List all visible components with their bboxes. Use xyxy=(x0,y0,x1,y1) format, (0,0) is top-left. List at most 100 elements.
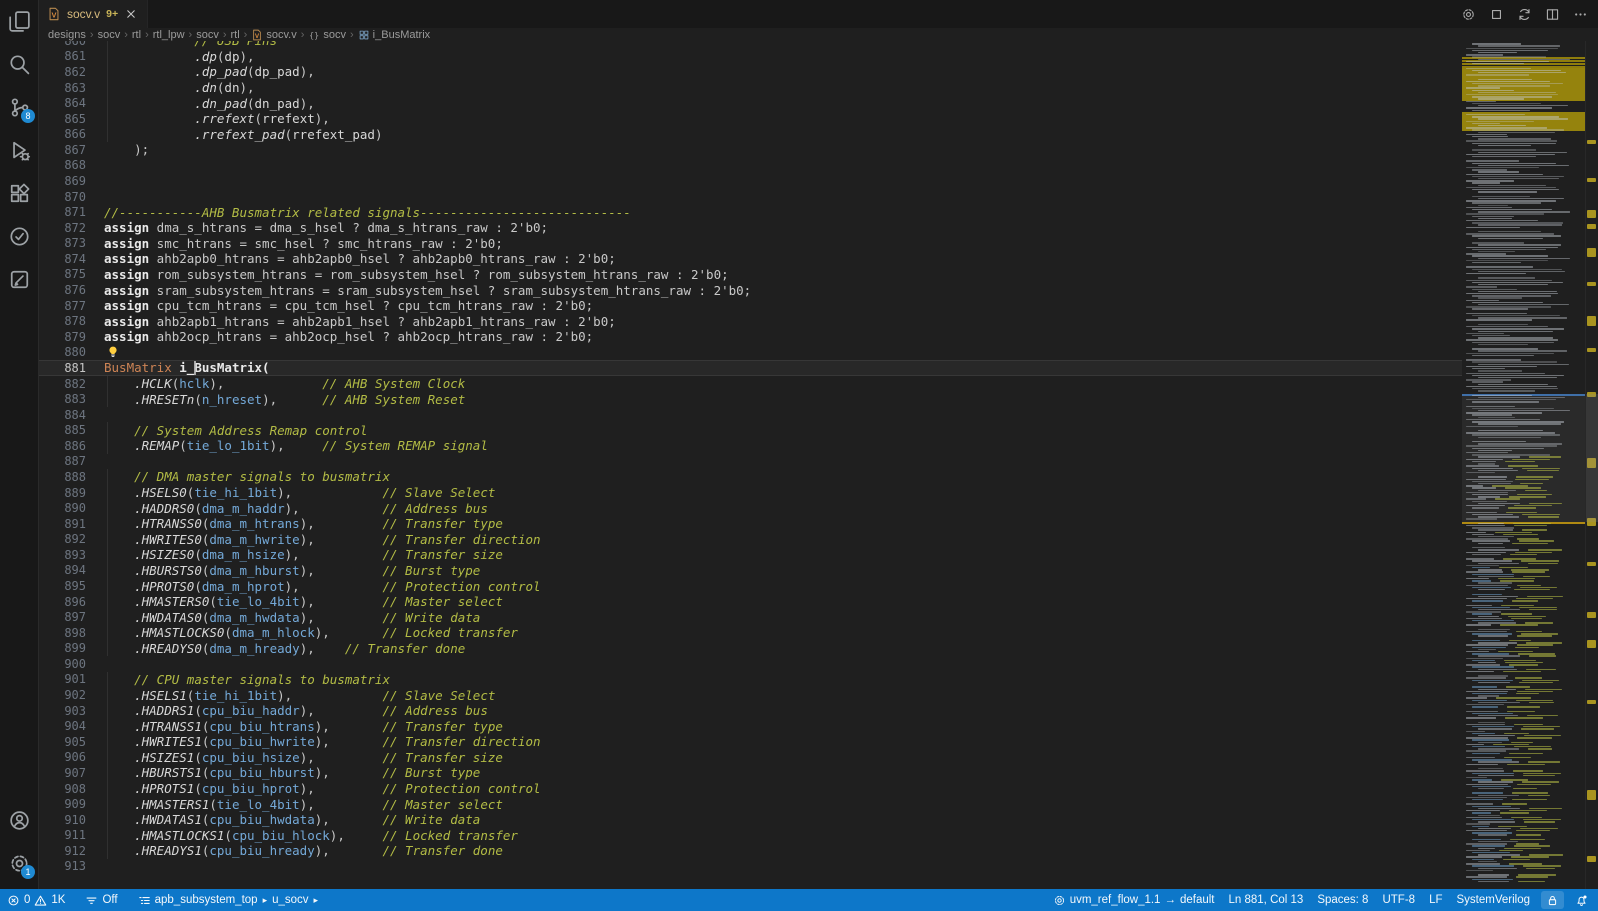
code-line[interactable]: 883 .HRESETn(n_hreset), // AHB System Re… xyxy=(38,391,1462,407)
code-line[interactable]: 874assign ahb2apb0_htrans = ahb2apb0_hse… xyxy=(38,251,1462,267)
line-number[interactable]: 893 xyxy=(38,548,96,562)
activity-item-search[interactable] xyxy=(0,43,38,86)
split-editor-icon[interactable] xyxy=(1545,7,1560,22)
line-number[interactable]: 906 xyxy=(38,750,96,764)
line-number[interactable]: 903 xyxy=(38,704,96,718)
line-number[interactable]: 887 xyxy=(38,454,96,468)
code-pane[interactable]: 860 // USB Pins861 .dp(dp),862 .dp_pad(d… xyxy=(38,41,1462,889)
activity-item-settings[interactable]: 1 xyxy=(0,842,38,885)
line-number[interactable]: 861 xyxy=(38,49,96,63)
code-line[interactable]: 865 .rrefext(rrefext), xyxy=(38,111,1462,127)
eol-setting[interactable]: LF xyxy=(1422,889,1449,911)
code-line[interactable]: 886 .REMAP(tie_lo_1bit), // System REMAP… xyxy=(38,438,1462,454)
code-line[interactable]: 896 .HMASTERS0(tie_lo_4bit), // Master s… xyxy=(38,594,1462,610)
line-number[interactable]: 864 xyxy=(38,96,96,110)
line-number[interactable]: 878 xyxy=(38,314,96,328)
code-line[interactable]: 872assign dma_s_htrans = dma_s_hsel ? dm… xyxy=(38,220,1462,236)
line-number[interactable]: 901 xyxy=(38,672,96,686)
code-line[interactable]: 910 .HWDATAS1(cpu_biu_hwdata), // Write … xyxy=(38,812,1462,828)
encoding-setting[interactable]: UTF-8 xyxy=(1375,889,1422,911)
line-number[interactable]: 876 xyxy=(38,283,96,297)
breadcrumb-item-socv[interactable]: {}socv xyxy=(308,29,346,41)
code-line[interactable]: 911 .HMASTLOCKS1(cpu_biu_hlock), // Lock… xyxy=(38,827,1462,843)
code-line[interactable]: 909 .HMASTERS1(tie_lo_4bit), // Master s… xyxy=(38,796,1462,812)
code-line[interactable]: 869 xyxy=(38,173,1462,189)
line-number[interactable]: 881 xyxy=(38,361,96,375)
line-number[interactable]: 911 xyxy=(38,828,96,842)
line-number[interactable]: 902 xyxy=(38,688,96,702)
line-number[interactable]: 882 xyxy=(38,377,96,391)
line-number[interactable]: 883 xyxy=(38,392,96,406)
line-number[interactable]: 905 xyxy=(38,735,96,749)
breadcrumb-item-designs[interactable]: designs xyxy=(48,29,86,41)
code-line[interactable]: 897 .HWDATAS0(dma_m_hwdata), // Write da… xyxy=(38,609,1462,625)
line-number[interactable]: 862 xyxy=(38,65,96,79)
line-number[interactable]: 910 xyxy=(38,813,96,827)
line-number[interactable]: 879 xyxy=(38,330,96,344)
line-number[interactable]: 912 xyxy=(38,844,96,858)
code-line[interactable]: 912 .HREADYS1(cpu_biu_hready), // Transf… xyxy=(38,843,1462,859)
line-number[interactable]: 880 xyxy=(38,345,96,359)
code-line[interactable]: 888 // DMA master signals to busmatrix xyxy=(38,469,1462,485)
code-line[interactable]: 868 xyxy=(38,158,1462,174)
breadcrumb-item-rtl[interactable]: rtl xyxy=(231,29,240,41)
flow-selector[interactable]: uvm_ref_flow_1.1 → default xyxy=(1046,889,1222,911)
indentation-setting[interactable]: Spaces: 8 xyxy=(1310,889,1375,911)
line-number[interactable]: 890 xyxy=(38,501,96,515)
code-line[interactable]: 900 xyxy=(38,656,1462,672)
code-line[interactable]: 889 .HSELS0(tie_hi_1bit), // Slave Selec… xyxy=(38,485,1462,501)
lightbulb-icon[interactable] xyxy=(106,345,120,359)
line-number[interactable]: 889 xyxy=(38,486,96,500)
breadcrumb-item-i-busmatrix[interactable]: i_BusMatrix xyxy=(358,29,430,41)
code-line[interactable]: 903 .HADDRS1(cpu_biu_haddr), // Address … xyxy=(38,703,1462,719)
code-line[interactable]: 880 xyxy=(38,345,1462,361)
notifications-bell[interactable] xyxy=(1568,889,1598,911)
line-number[interactable]: 885 xyxy=(38,423,96,437)
tabs-lock-button[interactable] xyxy=(1541,891,1564,909)
sync-editors-icon[interactable] xyxy=(1517,7,1532,22)
code-line[interactable]: 860 // USB Pins xyxy=(38,41,1462,49)
line-number[interactable]: 860 xyxy=(38,41,96,48)
line-number[interactable]: 896 xyxy=(38,595,96,609)
line-number[interactable]: 868 xyxy=(38,158,96,172)
line-number[interactable]: 891 xyxy=(38,517,96,531)
code-line[interactable]: 867 ); xyxy=(38,142,1462,158)
code-line[interactable]: 862 .dp_pad(dp_pad), xyxy=(38,64,1462,80)
line-number[interactable]: 865 xyxy=(38,112,96,126)
problems-indicator[interactable]: 0 1K xyxy=(0,889,72,911)
line-number[interactable]: 888 xyxy=(38,470,96,484)
line-number[interactable]: 869 xyxy=(38,174,96,188)
activity-item-source-control[interactable]: 8 xyxy=(0,86,38,129)
line-number[interactable]: 892 xyxy=(38,532,96,546)
code-line[interactable]: 861 .dp(dp), xyxy=(38,49,1462,65)
code-line[interactable]: 873assign smc_htrans = smc_hsel ? smc_ht… xyxy=(38,236,1462,252)
line-number[interactable]: 907 xyxy=(38,766,96,780)
line-number[interactable]: 875 xyxy=(38,267,96,281)
line-number[interactable]: 863 xyxy=(38,81,96,95)
code-line[interactable]: 885 // System Address Remap control xyxy=(38,422,1462,438)
line-number[interactable]: 909 xyxy=(38,797,96,811)
breadcrumb-item-socv[interactable]: socv xyxy=(98,29,121,41)
activity-item-notebook[interactable] xyxy=(0,258,38,301)
code-line[interactable]: 902 .HSELS1(tie_hi_1bit), // Slave Selec… xyxy=(38,687,1462,703)
activity-item-accounts[interactable] xyxy=(0,799,38,842)
code-line[interactable]: 906 .HSIZES1(cpu_biu_hsize), // Transfer… xyxy=(38,750,1462,766)
line-number[interactable]: 884 xyxy=(38,408,96,422)
code-line[interactable]: 871//-----------AHB Busmatrix related si… xyxy=(38,204,1462,220)
code-line[interactable]: 913 xyxy=(38,859,1462,875)
code-line[interactable]: 892 .HWRITES0(dma_m_hwrite), // Transfer… xyxy=(38,532,1462,548)
code-line[interactable]: 863 .dn(dn), xyxy=(38,80,1462,96)
breadcrumb-item-socv[interactable]: socv xyxy=(196,29,219,41)
overview-ruler[interactable] xyxy=(1585,41,1598,889)
line-number[interactable]: 871 xyxy=(38,205,96,219)
instance-scope[interactable]: apb_subsystem_top ▸ u_socv ▸ xyxy=(131,889,326,911)
code-line[interactable]: 881BusMatrix i_BusMatrix( xyxy=(38,360,1462,376)
code-line[interactable]: 905 .HWRITES1(cpu_biu_hwrite), // Transf… xyxy=(38,734,1462,750)
code-line[interactable]: 894 .HBURSTS0(dma_m_hburst), // Burst ty… xyxy=(38,563,1462,579)
activity-item-testing[interactable] xyxy=(0,215,38,258)
code-line[interactable]: 877assign cpu_tcm_htrans = cpu_tcm_hsel … xyxy=(38,298,1462,314)
code-line[interactable]: 895 .HPROTS0(dma_m_hprot), // Protection… xyxy=(38,578,1462,594)
line-number[interactable]: 874 xyxy=(38,252,96,266)
code-line[interactable]: 908 .HPROTS1(cpu_biu_hprot), // Protecti… xyxy=(38,781,1462,797)
code-line[interactable]: 899 .HREADYS0(dma_m_hready), // Transfer… xyxy=(38,641,1462,657)
